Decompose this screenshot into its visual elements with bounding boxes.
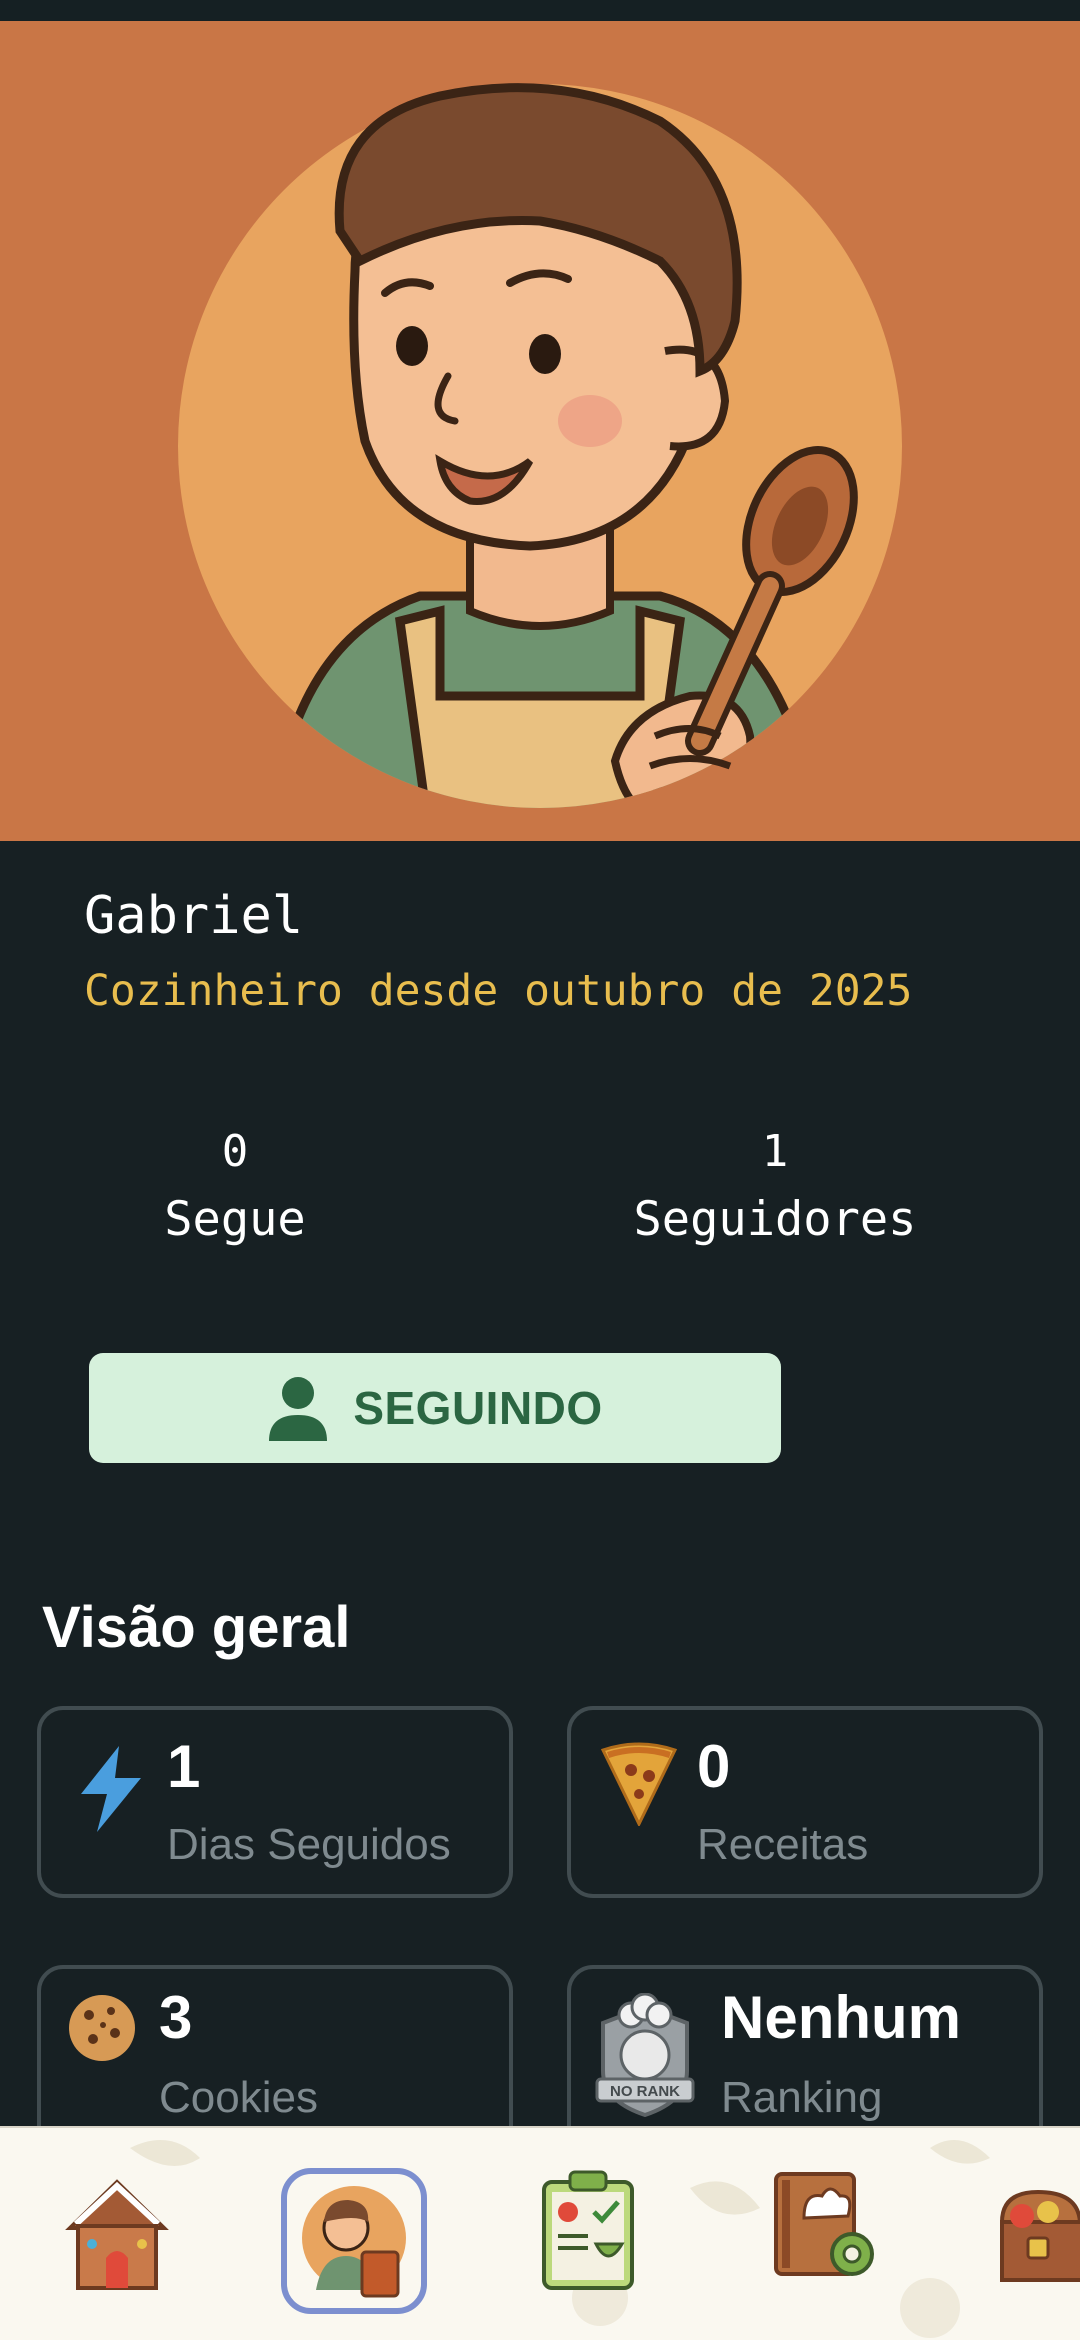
member-since: Cozinheiro desde outubro de 2025 [84, 966, 913, 1016]
lightning-icon [81, 1746, 141, 1832]
followers-count: 1 [761, 1126, 789, 1177]
bottom-navigation [0, 2126, 1080, 2340]
recipes-card: 0 Receitas [567, 1706, 1043, 1898]
profile-chef-icon [302, 2186, 406, 2298]
cookie-icon [69, 1995, 135, 2061]
treasure-chest-icon [999, 2189, 1080, 2282]
ranking-caption: Ranking [721, 2073, 883, 2122]
streak-card: 1 Dias Seguidos [37, 1706, 513, 1898]
follows-count: 0 [221, 1126, 249, 1177]
profile-name: Gabriel [84, 886, 304, 946]
chef-avatar-illustration [178, 83, 902, 808]
overview-title: Visão geral [42, 1595, 351, 1660]
meal-plan-clipboard-icon [542, 2170, 634, 2290]
follows-label: Segue [164, 1192, 306, 1247]
recipe-book-settings-icon [774, 2172, 874, 2276]
nav-pantry[interactable] [998, 2168, 1080, 2292]
gingerbread-house-icon [65, 2179, 169, 2290]
profile-hero [0, 21, 1080, 841]
following-button-label: SEGUINDO [353, 1382, 603, 1434]
cookies-caption: Cookies [159, 2073, 318, 2122]
recipes-caption: Receitas [697, 1820, 869, 1869]
nav-home[interactable] [62, 2168, 172, 2302]
followers-label: Seguidores [633, 1192, 917, 1247]
person-icon [269, 1377, 328, 1441]
streak-value: 1 [167, 1733, 201, 1800]
ranking-value: Nenhum [721, 1984, 961, 2051]
no-rank-badge-text: NO RANK [610, 2083, 680, 2100]
no-rank-badge-icon: NO RANK [595, 1993, 695, 2117]
nav-profile[interactable] [296, 2184, 412, 2304]
nav-recipe-settings[interactable] [770, 2168, 882, 2292]
status-bar [0, 0, 1080, 21]
cookies-value: 3 [159, 1984, 193, 2051]
pizza-slice-icon [601, 1742, 677, 1826]
nav-meal-plan[interactable] [538, 2168, 638, 2296]
follows-stat[interactable]: 0 Segue [120, 1126, 350, 1247]
followers-stat[interactable]: 1 Seguidores [600, 1126, 950, 1247]
streak-caption: Dias Seguidos [167, 1820, 451, 1869]
following-button[interactable]: SEGUINDO [89, 1353, 781, 1463]
recipes-value: 0 [697, 1733, 731, 1800]
